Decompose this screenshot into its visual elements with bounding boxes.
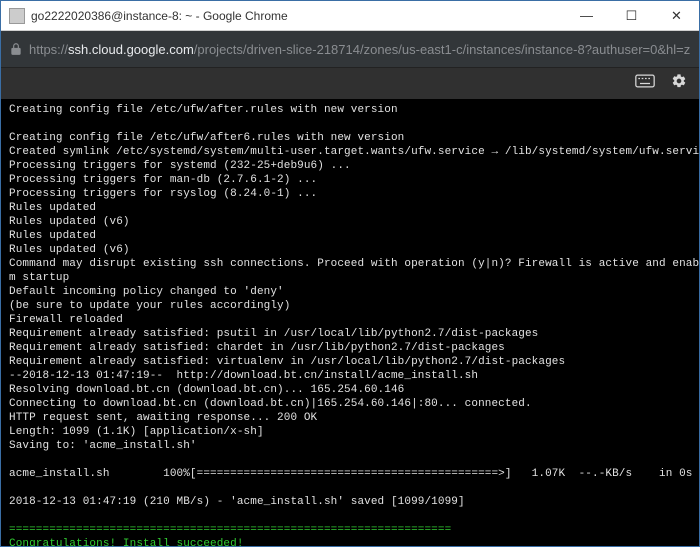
term-line: Length: 1099 (1.1K) [application/x-sh] [9,426,264,438]
congrats-line: Congratulations! Install succeeded! [9,538,244,546]
term-line: Rules updated [9,230,96,242]
keyboard-icon[interactable] [635,74,655,93]
term-line: HTTP request sent, awaiting response... … [9,412,317,424]
term-line: Processing triggers for rsyslog (8.24.0-… [9,188,317,200]
term-line: Processing triggers for systemd (232-25+… [9,160,351,172]
term-line: Creating config file /etc/ufw/after.rule… [9,104,398,116]
term-line: Firewall reloaded [9,314,123,326]
favicon-icon [9,8,25,24]
term-line: Connecting to download.bt.cn (download.b… [9,398,532,410]
term-line: Requirement already satisfied: psutil in… [9,328,538,340]
maximize-button[interactable]: ☐ [609,1,654,31]
gear-icon[interactable] [671,73,687,94]
term-line: Created symlink /etc/systemd/system/mult… [9,146,699,158]
titlebar: go2222020386@instance-8: ~ - Google Chro… [1,1,699,31]
term-line: Default incoming policy changed to 'deny… [9,286,284,298]
close-button[interactable]: ✕ [654,1,699,31]
term-line: Rules updated (v6) [9,216,130,228]
term-line: 2018-12-13 01:47:19 (210 MB/s) - 'acme_i… [9,496,465,508]
term-line: Rules updated [9,202,96,214]
minimize-button[interactable]: — [564,1,609,31]
term-line: Creating config file /etc/ufw/after6.rul… [9,132,404,144]
term-line: m startup [9,272,69,284]
term-line: Requirement already satisfied: virtualen… [9,356,565,368]
term-line: Saving to: 'acme_install.sh' [9,440,197,452]
url-text: https://ssh.cloud.google.com/projects/dr… [29,42,691,57]
ssh-toolbar [1,67,699,99]
url-path: /projects/driven-slice-218714/zones/us-e… [194,42,691,57]
url-bar[interactable]: https://ssh.cloud.google.com/projects/dr… [1,31,699,67]
term-line: acme_install.sh 100%[===================… [9,468,693,480]
terminal[interactable]: Creating config file /etc/ufw/after.rule… [1,99,699,546]
window-title: go2222020386@instance-8: ~ - Google Chro… [31,9,564,23]
term-line: --2018-12-13 01:47:19-- http://download.… [9,370,478,382]
lock-icon [9,42,23,56]
term-line: (be sure to update your rules accordingl… [9,300,290,312]
term-line: Requirement already satisfied: chardet i… [9,342,505,354]
term-line: Command may disrupt existing ssh connect… [9,258,699,270]
term-line: Rules updated (v6) [9,244,130,256]
term-line: Processing triggers for man-db (2.7.6.1-… [9,174,317,186]
separator-line: ========================================… [9,524,451,536]
chrome-window: go2222020386@instance-8: ~ - Google Chro… [0,0,700,547]
url-host: ssh.cloud.google.com [68,42,194,57]
term-line: Resolving download.bt.cn (download.bt.cn… [9,384,404,396]
url-scheme: https:// [29,42,68,57]
